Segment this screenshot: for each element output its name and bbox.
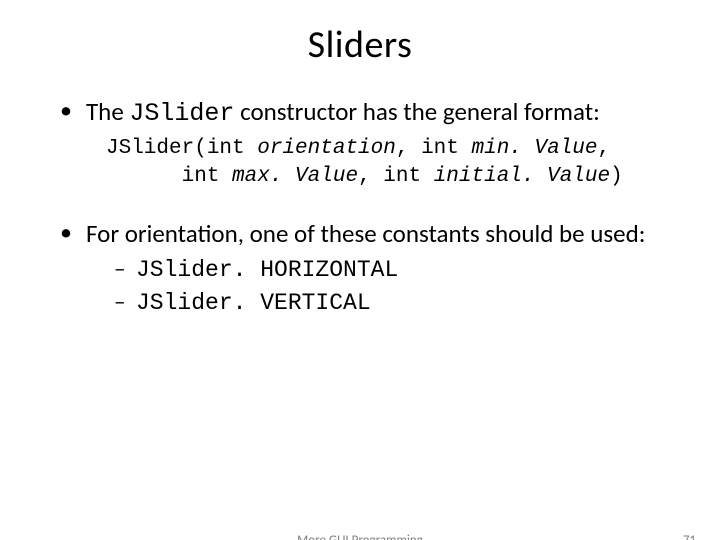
sig-param-maxvalue: max. Value xyxy=(232,165,358,188)
slide-body: The JSlider constructor has the general … xyxy=(0,96,720,319)
text-fragment: constructor has the general format: xyxy=(234,96,599,127)
sig-param-minvalue: min. Value xyxy=(471,137,597,160)
bullet-orientation-constants: For orientation, one of these constants … xyxy=(60,218,680,320)
sig-text: , int xyxy=(358,165,434,188)
sub-bullet-horizontal: JSlider. HORIZONTAL xyxy=(114,253,680,286)
page-number: 71 xyxy=(683,533,696,540)
slide: Sliders The JSlider constructor has the … xyxy=(0,22,720,540)
code-jslider: JSlider xyxy=(129,99,234,128)
bullet-constructor-format: The JSlider constructor has the general … xyxy=(60,96,680,190)
sub-bullet-list: JSlider. HORIZONTAL JSlider. VERTICAL xyxy=(114,253,680,319)
code-vertical: JSlider. VERTICAL xyxy=(136,290,371,316)
sub-bullet-vertical: JSlider. VERTICAL xyxy=(114,286,680,319)
sig-text: ) xyxy=(610,165,623,188)
bullet-list: The JSlider constructor has the general … xyxy=(60,96,680,319)
sig-param-orientation: orientation xyxy=(257,137,396,160)
sig-text: , xyxy=(598,137,611,160)
footer-title: More GUI Programming xyxy=(0,533,720,540)
sig-param-initialvalue: initial. Value xyxy=(434,165,610,188)
text-fragment: The xyxy=(86,96,129,127)
text-fragment: For orientation, one of these constants … xyxy=(86,218,645,249)
slide-title: Sliders xyxy=(0,22,720,68)
sig-text: int xyxy=(106,165,232,188)
code-horizontal: JSlider. HORIZONTAL xyxy=(136,257,398,283)
sig-text: , int xyxy=(396,137,472,160)
sig-text: JSlider(int xyxy=(106,137,257,160)
constructor-signature: JSlider(int orientation, int min. Value,… xyxy=(106,135,680,190)
